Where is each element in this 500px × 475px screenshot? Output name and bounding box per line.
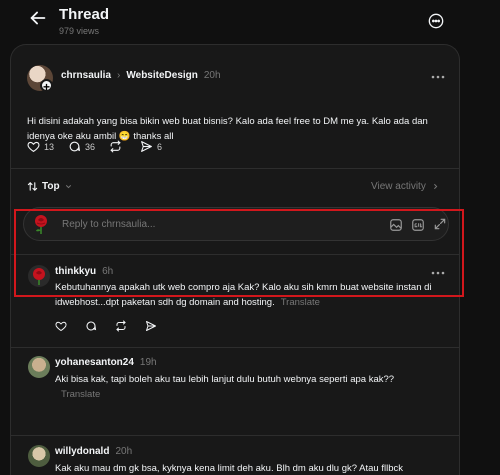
comment-header: yohanesanton24 19h <box>55 357 157 368</box>
community-link[interactable]: WebsiteDesign <box>126 70 198 81</box>
top-bar: Thread 979 views <box>0 0 500 44</box>
comment-body: Kak aku mau dm gk bsa, kyknya kena limit… <box>55 463 403 474</box>
view-activity-label: View activity <box>371 181 426 192</box>
repost-button[interactable] <box>109 140 126 153</box>
share-button[interactable]: 6 <box>140 140 162 153</box>
post-header: chrnsaulia › WebsiteDesign 20h <box>61 70 221 81</box>
post-actions: 13 36 6 <box>27 140 162 153</box>
post-more-icon[interactable] <box>429 72 447 82</box>
sort-dropdown[interactable]: Top <box>27 181 73 192</box>
comment-username[interactable]: willydonald <box>55 446 109 457</box>
highlight-box <box>14 209 464 297</box>
translate-link[interactable]: Translate <box>281 297 320 308</box>
page-title: Thread <box>59 6 110 23</box>
comment-icon <box>68 140 81 153</box>
comment-time: 20h <box>115 446 133 457</box>
comment-count: 36 <box>85 141 96 152</box>
sort-label: Top <box>42 181 60 192</box>
heart-icon[interactable] <box>55 320 67 332</box>
avatar[interactable] <box>28 445 50 467</box>
sort-icon <box>27 181 38 192</box>
comment-header: willydonald 20h <box>55 446 132 457</box>
view-activity-link[interactable]: View activity <box>371 181 440 192</box>
post-username[interactable]: chrnsaulia <box>61 70 111 81</box>
comment-button[interactable]: 36 <box>68 140 95 153</box>
send-icon[interactable] <box>145 320 157 332</box>
more-options-icon[interactable] <box>427 12 445 30</box>
post-time: 20h <box>203 70 221 81</box>
view-count: 979 views <box>59 26 100 36</box>
chevron-right-icon: › <box>117 70 121 81</box>
divider <box>11 347 459 348</box>
send-icon <box>140 140 153 153</box>
comment-time: 19h <box>139 357 157 368</box>
translate-link[interactable]: Translate <box>61 389 100 400</box>
share-count: 6 <box>157 141 163 152</box>
heart-icon <box>27 140 40 153</box>
comment-actions <box>55 320 157 332</box>
like-button[interactable]: 13 <box>27 140 54 153</box>
divider <box>11 168 459 169</box>
chevron-right-icon <box>431 182 440 191</box>
repost-icon[interactable] <box>115 320 127 332</box>
chevron-down-icon <box>64 182 73 191</box>
follow-plus-icon[interactable]: + <box>40 79 53 93</box>
comment-username[interactable]: yohanesanton24 <box>55 357 134 368</box>
divider <box>11 435 459 436</box>
like-count: 13 <box>44 141 55 152</box>
avatar[interactable] <box>28 356 50 378</box>
comment-icon[interactable] <box>85 320 97 332</box>
comment-text: Aki bisa kak, tapi boleh aku tau lebih l… <box>55 374 395 385</box>
comment-body: Aki bisa kak, tapi boleh aku tau lebih l… <box>55 372 435 402</box>
repost-icon <box>109 140 122 153</box>
back-arrow-icon[interactable] <box>26 6 50 30</box>
